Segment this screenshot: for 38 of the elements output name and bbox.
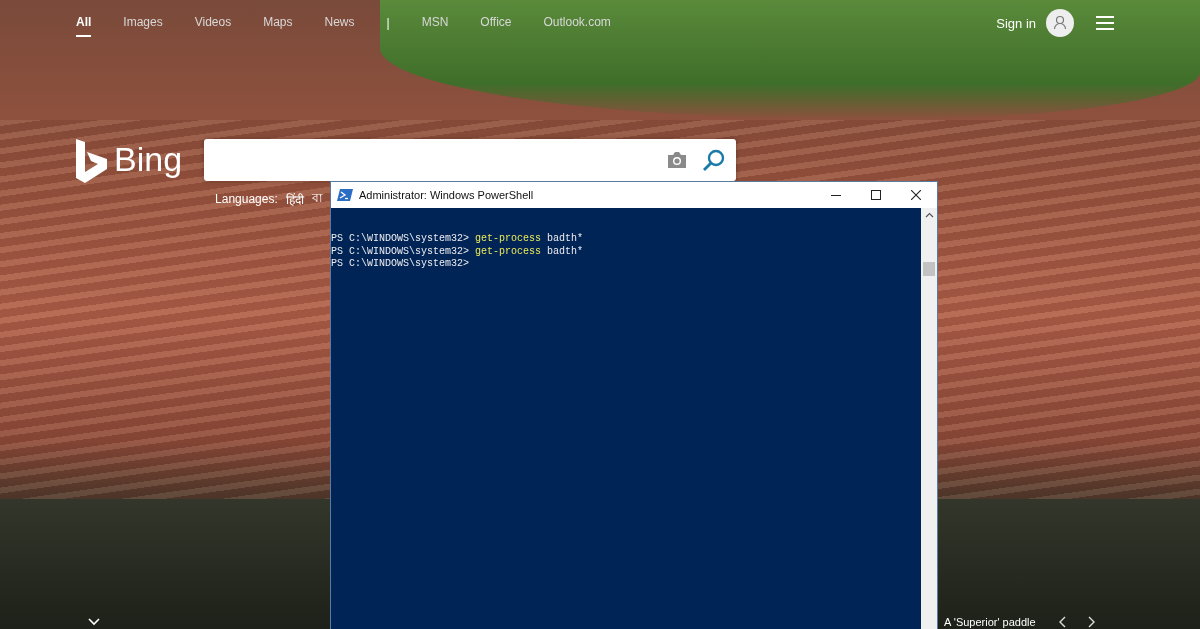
language-link[interactable]: हिंदी <box>285 190 304 208</box>
console-argument: badth* <box>547 245 584 258</box>
language-link[interactable]: বা <box>311 189 322 209</box>
console-command: get-process <box>475 245 542 258</box>
console-prompt: PS C:\WINDOWS\system32> <box>331 233 470 246</box>
previous-icon[interactable] <box>1057 616 1066 628</box>
scroll-up-icon[interactable] <box>924 212 934 218</box>
scroll-thumb[interactable] <box>923 262 935 276</box>
search-field[interactable] <box>204 139 737 181</box>
nav-link[interactable]: News <box>324 9 355 37</box>
console-command: get-process <box>475 233 542 246</box>
close-icon[interactable] <box>911 190 921 200</box>
bing-logo-icon <box>76 139 108 183</box>
nav-link[interactable]: MSN <box>421 9 449 37</box>
search-icon[interactable] <box>702 148 727 172</box>
nav-link[interactable]: Videos <box>194 9 232 37</box>
languages-label: Languages: <box>215 192 278 206</box>
console-prompt: PS C:\WINDOWS\system32> <box>331 258 470 271</box>
next-icon[interactable] <box>1087 616 1096 628</box>
console-argument: badth* <box>547 233 584 246</box>
avatar-icon[interactable] <box>1046 9 1074 37</box>
powershell-icon <box>337 189 353 201</box>
image-caption[interactable]: A 'Superior' paddle <box>944 616 1036 628</box>
menu-icon[interactable] <box>1096 16 1114 30</box>
logo-text: Bing <box>114 139 183 179</box>
nav-link[interactable]: Office <box>480 9 512 37</box>
nav-link[interactable]: Outlook.com <box>543 9 611 37</box>
chevron-down-icon[interactable] <box>88 618 100 626</box>
nav-link[interactable]: All <box>76 9 92 37</box>
console-prompt: PS C:\WINDOWS\system32> <box>331 245 470 258</box>
maximize-icon[interactable] <box>871 190 881 200</box>
nav-link[interactable]: Images <box>123 9 163 37</box>
nav-link[interactable]: Maps <box>263 9 293 37</box>
sign-in-link[interactable]: Sign in <box>996 15 1036 31</box>
scrollbar[interactable] <box>921 208 937 629</box>
window-title: Administrator: Windows PowerShell <box>359 189 534 201</box>
nav-separator: | <box>386 16 390 30</box>
camera-icon[interactable] <box>666 151 689 169</box>
